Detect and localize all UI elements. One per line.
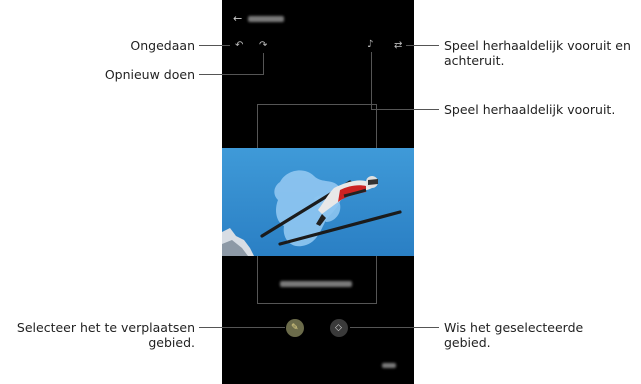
annotation-select-move-2: gebied. <box>148 335 195 350</box>
leader-erase <box>350 327 439 328</box>
annotation-play-forward: Speel herhaaldelijk vooruit. <box>444 102 616 117</box>
leader-undo <box>199 45 230 46</box>
eraser-icon: ◇ <box>335 323 342 333</box>
leader-redo-h <box>199 74 263 75</box>
loop-icon[interactable]: ⇄ <box>394 41 402 51</box>
annotation-play-forward-backward-2: achteruit. <box>444 53 505 68</box>
annotation-redo: Opnieuw doen <box>104 67 195 82</box>
leader-select-move <box>199 327 285 328</box>
leader-loop <box>406 45 439 46</box>
annotation-play-forward-backward-1: Speel herhaaldelijk vooruit en <box>444 38 631 53</box>
annotation-erase-1: Wis het geselecteerde <box>444 320 584 335</box>
blurred-caption <box>280 281 352 287</box>
ski-jump-photo <box>222 148 414 256</box>
leader-play-forward-h <box>371 109 439 110</box>
leader-play-forward-v <box>371 52 372 109</box>
play-forward-icon[interactable]: ♪ <box>367 40 373 50</box>
back-arrow-icon[interactable]: ← <box>233 13 242 24</box>
leader-redo-v <box>263 53 264 75</box>
annotation-undo: Ongedaan <box>130 38 195 53</box>
undo-icon[interactable]: ↶ <box>235 41 243 51</box>
blurred-title <box>248 16 284 22</box>
blurred-done-label <box>382 363 396 368</box>
annotation-erase-2: gebied. <box>444 335 491 350</box>
brush-icon: ✎ <box>291 323 299 333</box>
redo-icon[interactable]: ↷ <box>259 41 267 51</box>
annotation-select-move-1: Selecteer het te verplaatsen <box>16 320 195 335</box>
